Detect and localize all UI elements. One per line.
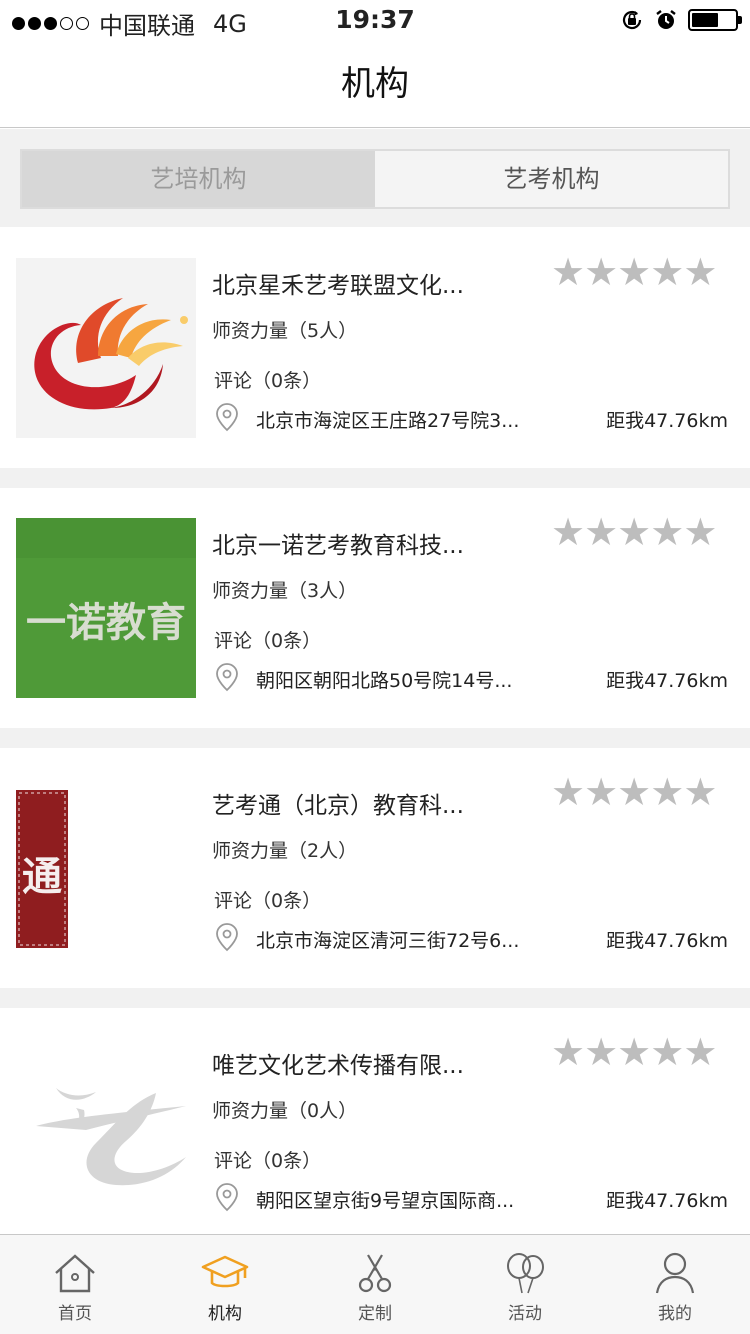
weiyi-logo <box>16 1038 196 1218</box>
user-icon <box>655 1252 695 1294</box>
tab-institutions[interactable]: 机构 <box>150 1235 300 1334</box>
rating-stars: ★ ★ ★ ★ ★ <box>551 1030 718 1074</box>
institution-distance: 距我47.76km <box>606 670 728 692</box>
battery-icon <box>688 9 742 31</box>
star-icon: ★ <box>683 510 718 554</box>
rotation-lock-icon <box>622 10 642 30</box>
star-icon: ★ <box>617 770 652 814</box>
comment-count: 评论（0条） <box>214 1150 322 1172</box>
tab-custom[interactable]: 定制 <box>300 1235 450 1334</box>
scissors-icon <box>358 1254 392 1293</box>
institution-address: 朝阳区朝阳北路50号院14号... <box>256 670 513 692</box>
star-icon: ★ <box>617 1030 652 1074</box>
logo-text: 通 <box>22 853 62 900</box>
segment-container: 艺培机构 艺考机构 <box>0 129 750 227</box>
institution-address: 北京市海淀区清河三街72号6... <box>256 930 520 952</box>
institution-address: 朝阳区望京街9号望京国际商... <box>256 1190 515 1212</box>
star-icon: ★ <box>683 1030 718 1074</box>
tab-activities[interactable]: 活动 <box>450 1235 600 1334</box>
tab-art-training[interactable]: 艺培机构 <box>22 151 375 207</box>
tab-art-exam[interactable]: 艺考机构 <box>375 151 728 207</box>
tab-label: 我的 <box>658 1304 692 1324</box>
list-item[interactable]: 北京星禾艺考联盟文化... 师资力量（5人） 评论（0条） 北京市海淀区王庄路2… <box>0 228 750 468</box>
institution-address: 北京市海淀区王庄路27号院3... <box>256 410 520 432</box>
xinghe-logo <box>16 258 196 438</box>
comment-count: 评论（0条） <box>214 630 322 652</box>
star-icon: ★ <box>650 1030 685 1074</box>
star-icon: ★ <box>584 250 619 294</box>
divider <box>0 728 750 748</box>
tab-label: 活动 <box>508 1304 542 1324</box>
star-icon: ★ <box>683 250 718 294</box>
star-icon: ★ <box>617 250 652 294</box>
tab-label: 机构 <box>208 1304 242 1324</box>
institution-distance: 距我47.76km <box>606 930 728 952</box>
logo-text: 一诺教育 <box>26 600 186 646</box>
star-icon: ★ <box>584 1030 619 1074</box>
tab-label: 首页 <box>58 1304 92 1324</box>
rating-stars: ★ ★ ★ ★ ★ <box>551 770 718 814</box>
location-pin-icon <box>216 403 238 432</box>
teacher-count: 师资力量（0人） <box>212 1100 358 1122</box>
star-icon: ★ <box>551 770 586 814</box>
star-icon: ★ <box>551 250 586 294</box>
list-item[interactable]: 唯艺文化艺术传播有限... 师资力量（0人） 评论（0条） 朝阳区望京街9号望京… <box>0 1008 750 1248</box>
star-icon: ★ <box>584 770 619 814</box>
institution-name: 唯艺文化艺术传播有限... <box>212 1053 464 1079</box>
yikaotong-logo: 通 <box>16 778 196 958</box>
list-item[interactable]: 通 艺考通（北京）教育科... 师资力量（2人） 评论（0条） 北京市海淀区清河… <box>0 748 750 988</box>
star-icon: ★ <box>650 510 685 554</box>
divider <box>0 468 750 488</box>
home-icon <box>55 1254 95 1293</box>
comment-count: 评论（0条） <box>214 370 322 392</box>
star-icon: ★ <box>650 770 685 814</box>
tab-profile[interactable]: 我的 <box>600 1235 750 1334</box>
institution-distance: 距我47.76km <box>606 410 728 432</box>
star-icon: ★ <box>551 510 586 554</box>
balloons-icon <box>507 1253 544 1294</box>
category-segmented-control: 艺培机构 艺考机构 <box>20 149 730 209</box>
institution-name: 北京一诺艺考教育科技... <box>212 533 464 559</box>
tab-home[interactable]: 首页 <box>0 1235 150 1334</box>
star-icon: ★ <box>617 510 652 554</box>
star-icon: ★ <box>683 770 718 814</box>
page-title: 机构 <box>0 40 750 128</box>
rating-stars: ★ ★ ★ ★ ★ <box>551 250 718 294</box>
teacher-count: 师资力量（2人） <box>212 840 358 862</box>
location-pin-icon <box>216 923 238 952</box>
location-pin-icon <box>216 1183 238 1212</box>
rating-stars: ★ ★ ★ ★ ★ <box>551 510 718 554</box>
bottom-tab-bar: 首页 机构 定制 活动 我的 <box>0 1234 750 1334</box>
institution-name: 艺考通（北京）教育科... <box>212 793 464 819</box>
institution-distance: 距我47.76km <box>606 1190 728 1212</box>
institution-name: 北京星禾艺考联盟文化... <box>212 273 464 299</box>
location-pin-icon <box>216 663 238 692</box>
comment-count: 评论（0条） <box>214 890 322 912</box>
divider <box>0 988 750 1008</box>
teacher-count: 师资力量（3人） <box>212 580 358 602</box>
alarm-icon <box>656 10 676 29</box>
star-icon: ★ <box>551 1030 586 1074</box>
tab-label: 定制 <box>358 1304 392 1324</box>
star-icon: ★ <box>584 510 619 554</box>
graduation-cap-icon <box>201 1255 249 1288</box>
list-item[interactable]: 一诺教育 北京一诺艺考教育科技... 师资力量（3人） 评论（0条） 朝阳区朝阳… <box>0 488 750 728</box>
institution-list: 北京星禾艺考联盟文化... 师资力量（5人） 评论（0条） 北京市海淀区王庄路2… <box>0 228 750 1248</box>
star-icon: ★ <box>650 250 685 294</box>
teacher-count: 师资力量（5人） <box>212 320 358 342</box>
yinuo-logo: 一诺教育 <box>16 518 196 698</box>
status-bar: 中国联通 4G 19:37 <box>0 0 750 40</box>
